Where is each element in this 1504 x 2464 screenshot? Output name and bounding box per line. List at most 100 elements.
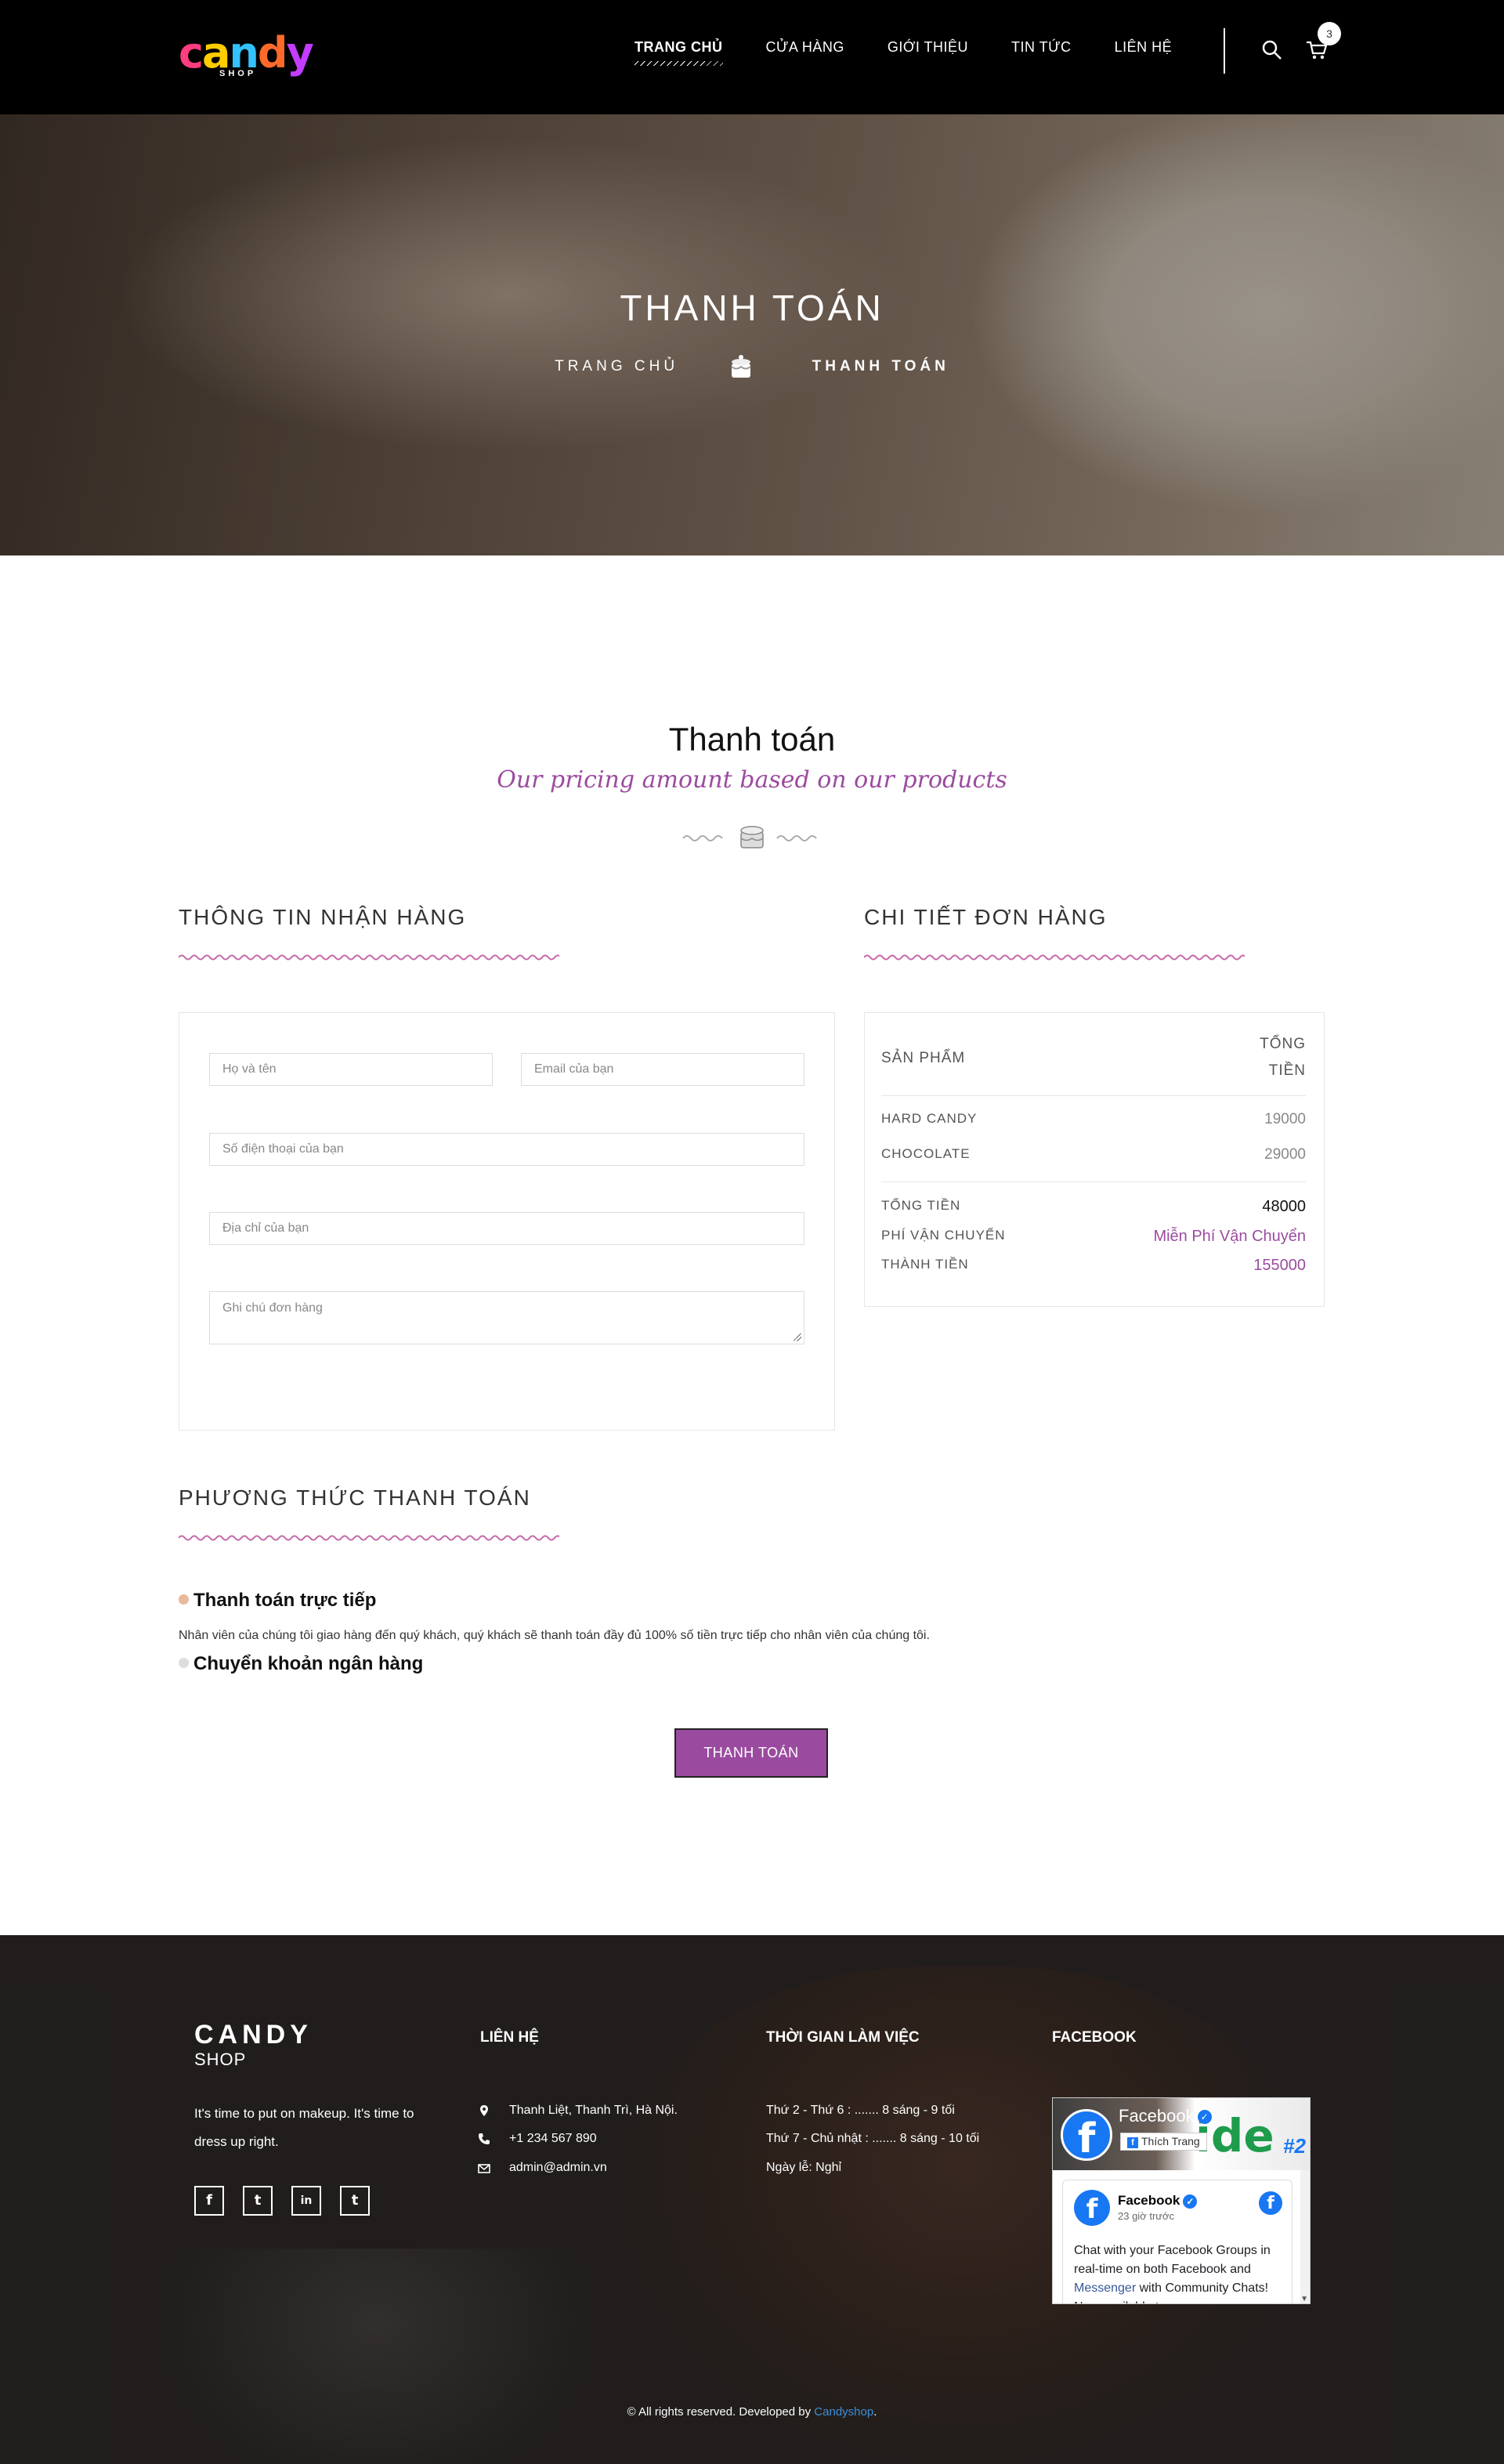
fb-like-button[interactable]: f Thích Trang <box>1120 2133 1207 2151</box>
footer-phone: +1 234 567 890 <box>509 2132 597 2145</box>
payment-option-cash[interactable]: Thanh toán trực tiếp <box>179 1590 376 1612</box>
shipping-fee-label: PHÍ VẬN CHUYỂN <box>881 1228 1006 1243</box>
shipping-heading: THÔNG TIN NHẬN HÀNG <box>179 905 467 929</box>
nav-item-about[interactable]: GIỚI THIỆU <box>888 39 968 56</box>
email-field[interactable]: Email của bạn <box>521 1053 804 1086</box>
logo[interactable]: candy SHOP <box>179 30 327 85</box>
fb-post-time: 23 giờ trước <box>1118 2210 1174 2222</box>
verified-icon: ✓ <box>1197 2110 1212 2125</box>
nav-item-home[interactable]: TRANG CHỦ <box>634 39 723 66</box>
nav-item-shop[interactable]: CỬA HÀNG <box>766 39 844 56</box>
radio-selected-icon[interactable] <box>179 1594 189 1605</box>
nav-item-contact[interactable]: LIÊN HỆ <box>1115 39 1173 56</box>
facebook-icon[interactable]: f <box>194 2186 224 2216</box>
search-icon[interactable] <box>1261 39 1283 61</box>
section-subtitle: Our pricing amount based on our products <box>497 766 1007 794</box>
footer-brand-sub: SHOP <box>194 2050 247 2069</box>
hours-weekday: Thứ 2 - Thứ 6 : ....... 8 sáng - 9 tối <box>766 2104 955 2117</box>
item-name: CHOCOLATE <box>881 1146 971 1161</box>
radio-unselected-icon[interactable] <box>179 1658 189 1669</box>
payment-option-cash-desc: Nhân viên của chúng tôi giao hàng đến qu… <box>179 1629 930 1642</box>
hero-overlay <box>0 114 1504 555</box>
total-value: 155000 <box>1253 1257 1306 1274</box>
submit-payment-button[interactable]: THANH TOÁN <box>674 1728 828 1778</box>
twitter-icon[interactable]: t <box>243 2186 273 2216</box>
item-price: 29000 <box>1264 1146 1306 1163</box>
fb-post-author-text: Facebook <box>1118 2193 1180 2208</box>
fb-like-label: Thích Trang <box>1141 2135 1200 2147</box>
fb-post-text-part: Chat with your Facebook Groups in real-t… <box>1074 2244 1271 2276</box>
subtotal-label: TỔNG TIỀN <box>881 1198 961 1213</box>
chevron-down-icon[interactable]: ▼ <box>1300 2295 1308 2303</box>
breadcrumb-current: THANH TOÁN <box>812 358 949 375</box>
site-header: candy SHOP TRANG CHỦ CỬA HÀNG GIỚI THIỆU… <box>0 0 1504 114</box>
shipping-form: Họ và tên Email của bạn Số điện thoại củ… <box>179 1012 835 1431</box>
scrollbar[interactable]: ▼ <box>1300 2170 1310 2303</box>
cake-icon <box>725 351 757 382</box>
footer-address: Thanh Liệt, Thanh Trì, Hà Nội. <box>509 2104 678 2117</box>
address-field[interactable]: Địa chỉ của bạn <box>209 1212 804 1245</box>
item-price: 19000 <box>1264 1111 1306 1127</box>
section-title: Thanh toán <box>668 721 836 758</box>
copyright-text: © All rights reserved. Developed by <box>627 2405 815 2419</box>
hours-weekend: Thứ 7 - Chủ nhật : ....... 8 sáng - 10 t… <box>766 2132 980 2145</box>
fb-post: f Facebook ✓ 23 giờ trước f Chat with you… <box>1062 2180 1292 2303</box>
facebook-small-icon: f <box>1127 2137 1138 2148</box>
fb-page-name[interactable]: Facebook ✓ <box>1119 2106 1212 2126</box>
wavy-divider <box>179 1535 559 1541</box>
copyright-link[interactable]: Candyshop <box>814 2405 873 2419</box>
fb-page-name-text: Facebook <box>1119 2106 1195 2126</box>
phone-field[interactable]: Số điện thoại của bạn <box>209 1133 804 1166</box>
footer-email[interactable]: admin@admin.vn <box>509 2161 607 2175</box>
name-field[interactable]: Họ và tên <box>209 1053 493 1086</box>
facebook-avatar-icon: f <box>1074 2190 1110 2226</box>
fb-post-author[interactable]: Facebook ✓ <box>1118 2193 1198 2209</box>
logo-sub: SHOP <box>219 69 257 78</box>
order-heading: CHI TIẾT ĐƠN HÀNG <box>864 905 1108 929</box>
fb-cover-num: #2 <box>1283 2134 1306 2158</box>
col-product: SẢN PHẨM <box>881 1050 966 1066</box>
divider <box>881 1095 1306 1096</box>
fb-post-link[interactable]: Messenger <box>1074 2281 1136 2295</box>
payment-option-bank-label: Chuyển khoản ngân hàng <box>193 1653 424 1674</box>
footer-about: It's time to put on makeup. It's time to… <box>194 2106 414 2149</box>
verified-icon: ✓ <box>1183 2194 1198 2209</box>
page-title: THANH TOÁN <box>620 288 884 328</box>
linkedin-icon[interactable]: in <box>291 2186 321 2216</box>
shipping-fee-value: Miễn Phí Vận Chuyển <box>1153 1228 1306 1245</box>
note-textarea[interactable]: Ghi chú đơn hàng <box>209 1291 804 1344</box>
breadcrumb: TRANG CHỦ THANH TOÁN <box>0 351 1504 382</box>
fb-post-text: Chat with your Facebook Groups in real-t… <box>1074 2241 1285 2303</box>
payment-option-bank[interactable]: Chuyển khoản ngân hàng <box>179 1653 423 1675</box>
footer-brand: CANDY <box>194 2020 313 2050</box>
copyright: © All rights reserved. Developed by Cand… <box>0 2405 1504 2419</box>
breadcrumb-home[interactable]: TRANG CHỦ <box>555 358 678 374</box>
facebook-heading: FACEBOOK <box>1052 2029 1137 2046</box>
hero-banner: THANH TOÁN TRANG CHỦ THANH TOÁN <box>0 114 1504 555</box>
payment-heading: PHƯƠNG THỨC THANH TOÁN <box>179 1485 531 1510</box>
wavy-divider <box>864 954 1245 961</box>
facebook-logo-icon: f <box>1061 2109 1112 2162</box>
facebook-corner-icon: f <box>1259 2191 1282 2215</box>
cake-ornament-icon <box>682 821 822 852</box>
divider <box>881 1181 1306 1182</box>
resize-handle-icon[interactable] <box>794 1333 801 1341</box>
hours-heading: THỜI GIAN LÀM VIỆC <box>766 2029 920 2046</box>
nav-item-news[interactable]: TIN TỨC <box>1011 39 1072 56</box>
tumblr-icon[interactable]: t <box>340 2186 370 2216</box>
site-footer: CANDY SHOP It's time to put on makeup. I… <box>0 1935 1504 2464</box>
note-placeholder: Ghi chú đơn hàng <box>222 1301 323 1315</box>
location-icon <box>480 2105 488 2116</box>
main-nav: TRANG CHỦ CỬA HÀNG GIỚI THIỆU TIN TỨC LI… <box>634 39 1215 66</box>
facebook-page-widget[interactable]: ide #2 f Facebook ✓ f Thích Trang f Facebo… <box>1052 2097 1311 2304</box>
phone-icon <box>479 2133 490 2144</box>
item-name: HARD CANDY <box>881 1111 978 1126</box>
subtotal-value: 48000 <box>1262 1198 1306 1215</box>
contact-heading: LIÊN HỆ <box>480 2029 539 2046</box>
wavy-divider <box>179 954 559 961</box>
total-label: THÀNH TIỀN <box>881 1257 969 1272</box>
nav-divider <box>1224 28 1225 74</box>
email-icon <box>478 2164 490 2173</box>
cart-count-badge: 3 <box>1318 22 1341 45</box>
payment-option-cash-label: Thanh toán trực tiếp <box>193 1590 377 1611</box>
